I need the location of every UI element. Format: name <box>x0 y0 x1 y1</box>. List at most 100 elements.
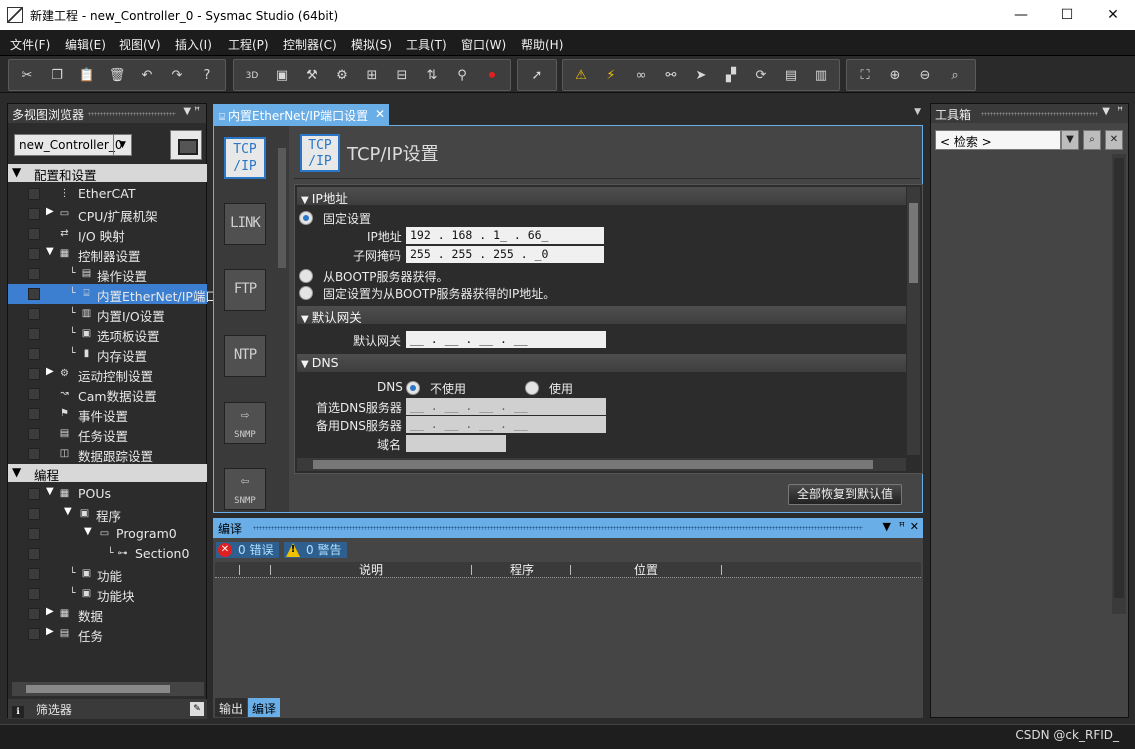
collapse-icon[interactable]: ▼ <box>301 195 309 206</box>
tree-section-config[interactable]: ▼ 配置和设置 <box>8 164 207 183</box>
dns-use-radio[interactable] <box>525 381 539 395</box>
tab-list-dropdown-icon[interactable]: ▼ <box>914 107 921 117</box>
tree-item-motion[interactable]: ▶ ⚙ 运动控制设置 <box>8 364 207 384</box>
collapse-icon[interactable]: ▼ <box>84 526 92 537</box>
secondary-dns-input[interactable]: __ . __ . __ . __ <box>406 416 606 433</box>
copy-icon[interactable]: ❐ <box>47 66 67 86</box>
form-horizontal-scrollbar[interactable] <box>297 458 906 471</box>
bootp-fixed-radio[interactable] <box>299 286 313 300</box>
collapse-icon[interactable]: ▼ <box>64 506 72 517</box>
ip-address-input[interactable]: 192 . 168 . 1_ . 66_ <box>406 227 604 244</box>
sidebar-scrollbar[interactable] <box>276 144 288 510</box>
paste-icon[interactable]: 📋 <box>77 66 97 86</box>
drag-handle[interactable] <box>253 526 863 530</box>
collapse-icon[interactable]: ▼ <box>12 465 21 479</box>
tree-item-programs[interactable]: ▼ ▣ 程序 <box>8 504 207 524</box>
menu-view[interactable]: 视图(V) <box>119 36 161 53</box>
search-icon[interactable]: ⌕ <box>1083 130 1101 150</box>
tree-item-section0[interactable]: └ ⊶ Section0 <box>8 544 207 564</box>
disconnect-icon[interactable]: ⚯ <box>661 66 681 86</box>
toolbox-scrollbar[interactable] <box>1112 154 1126 614</box>
menu-controller[interactable]: 控制器(C) <box>283 36 337 53</box>
stop-icon[interactable]: ⏺ <box>482 66 502 86</box>
tree-item-pous[interactable]: ▼ ▦ POUs <box>8 484 207 504</box>
column-separator[interactable] <box>721 565 722 575</box>
ftp-settings-button[interactable]: FTP <box>224 269 266 311</box>
zoom-out-icon[interactable]: ⊖ <box>915 66 935 86</box>
redo-icon[interactable]: ↷ <box>167 66 187 86</box>
tree-item-controller-settings[interactable]: ▼ ▦ 控制器设置 <box>8 244 207 264</box>
delete-icon[interactable]: 🗑 <box>107 66 127 86</box>
pointer-icon[interactable]: ➚ <box>527 66 547 86</box>
build-icon[interactable]: ⚒ <box>302 66 322 86</box>
offline-icon[interactable]: ∞ <box>631 66 651 86</box>
chevron-down-icon[interactable]: ▼ <box>1102 106 1110 117</box>
network-icon[interactable]: ⊞ <box>362 66 382 86</box>
close-button[interactable]: ✕ <box>1090 0 1135 30</box>
collapse-icon[interactable]: ▼ <box>301 314 309 325</box>
pin-icon[interactable]: ꟸ <box>1117 106 1123 117</box>
column-description[interactable]: 说明 <box>271 562 471 578</box>
chevron-down-icon[interactable]: ▼ <box>883 520 891 533</box>
find-icon[interactable]: ⚲ <box>452 66 472 86</box>
maximize-button[interactable]: ☐ <box>1044 0 1090 30</box>
filter-bar[interactable]: ℹ 筛选器 ✎ <box>8 699 207 719</box>
mode-icon[interactable]: ▞ <box>721 66 741 86</box>
tree-item-memory[interactable]: └ ▮ 内存设置 <box>8 344 207 364</box>
help-icon[interactable]: ? <box>197 66 217 86</box>
tree-item-program0[interactable]: ▼ ▭ Program0 <box>8 524 207 544</box>
controller-select[interactable]: new_Controller_0 ▼ <box>14 134 132 156</box>
tree-item-tasks-settings[interactable]: ▤ 任务设置 <box>8 424 207 444</box>
compare-icon[interactable]: ⊟ <box>392 66 412 86</box>
controller-chip-icon[interactable] <box>170 130 202 160</box>
window-icon[interactable]: ▣ <box>272 66 292 86</box>
warning-icon[interactable]: ⚠ <box>571 66 591 86</box>
column-location[interactable]: 位置 <box>571 562 721 578</box>
menu-tools[interactable]: 工具(T) <box>406 36 447 53</box>
tree-item-option-board[interactable]: └ ▣ 选项板设置 <box>8 324 207 344</box>
section-default-gateway[interactable]: ▼ 默认网关 <box>297 306 906 325</box>
tree-item-cpu-rack[interactable]: ▶ ▭ CPU/扩展机架 <box>8 204 207 224</box>
collapse-icon[interactable]: ▼ <box>12 165 21 179</box>
tree-item-data[interactable]: ▶ ▦ 数据 <box>8 604 207 624</box>
chevron-down-icon[interactable]: ▼ <box>113 135 131 155</box>
subnet-mask-input[interactable]: 255 . 255 . 255 . _0 <box>406 246 604 263</box>
tree-item-io-map[interactable]: ⇄ I/O 映射 <box>8 224 207 244</box>
primary-dns-input[interactable]: __ . __ . __ . __ <box>406 398 606 415</box>
section-dns[interactable]: ▼ DNS <box>297 354 906 372</box>
rebuild-icon[interactable]: ⚙ <box>332 66 352 86</box>
menu-window[interactable]: 窗口(W) <box>461 36 506 53</box>
scrollbar-thumb[interactable] <box>278 148 286 268</box>
column-separator[interactable] <box>239 565 240 575</box>
dns-not-use-radio[interactable] <box>406 381 420 395</box>
link-settings-button[interactable]: LINK <box>224 203 266 245</box>
tree-item-events[interactable]: ⚑ 事件设置 <box>8 404 207 424</box>
scrollbar-thumb[interactable] <box>313 460 873 469</box>
column-program[interactable]: 程序 <box>472 562 572 578</box>
tab-ethernet-ip-settings[interactable]: ⌸ 内置EtherNet/IP端口设置 ✕ <box>213 104 389 125</box>
scrollbar-thumb[interactable] <box>909 203 918 283</box>
collapse-icon[interactable]: ▼ <box>301 359 309 370</box>
tree-item-ethernet-ip-port[interactable]: └ ⌸ 内置EtherNet/IP端口设置 <box>8 284 243 304</box>
menu-simulation[interactable]: 模拟(S) <box>351 36 392 53</box>
tab-compile[interactable]: 编译 <box>248 698 281 717</box>
transfer-icon[interactable]: ➤ <box>691 66 711 86</box>
collapse-icon[interactable]: ▼ <box>46 246 54 257</box>
collapse-icon[interactable]: ▼ <box>46 486 54 497</box>
explorer-horizontal-scrollbar[interactable] <box>12 682 204 696</box>
scrollbar-thumb[interactable] <box>1114 158 1124 598</box>
tree-item-builtin-io[interactable]: └ ▥ 内置I/O设置 <box>8 304 207 324</box>
pin-icon[interactable]: ꟸ <box>899 520 905 533</box>
tree-item-operation-settings[interactable]: └ ▤ 操作设置 <box>8 264 207 284</box>
snmp-trap-settings-button[interactable]: ⇦ SNMP <box>224 468 266 510</box>
restore-defaults-button[interactable]: 全部恢复到默认值 <box>788 484 902 505</box>
zoom-percent-icon[interactable]: ⌕ <box>945 66 965 86</box>
cut-icon[interactable]: ✂ <box>17 66 37 86</box>
tree-item-cam-data[interactable]: ↝ Cam数据设置 <box>8 384 207 404</box>
tree-item-function-blocks[interactable]: └ ▣ 功能块 <box>8 584 207 604</box>
expand-icon[interactable]: ▶ <box>46 366 54 377</box>
drag-handle[interactable] <box>981 112 1098 116</box>
expand-icon[interactable]: ▶ <box>46 206 54 217</box>
toolbox-search-input[interactable]: < 检索 > <box>935 130 1061 150</box>
domain-name-input[interactable] <box>406 435 506 452</box>
